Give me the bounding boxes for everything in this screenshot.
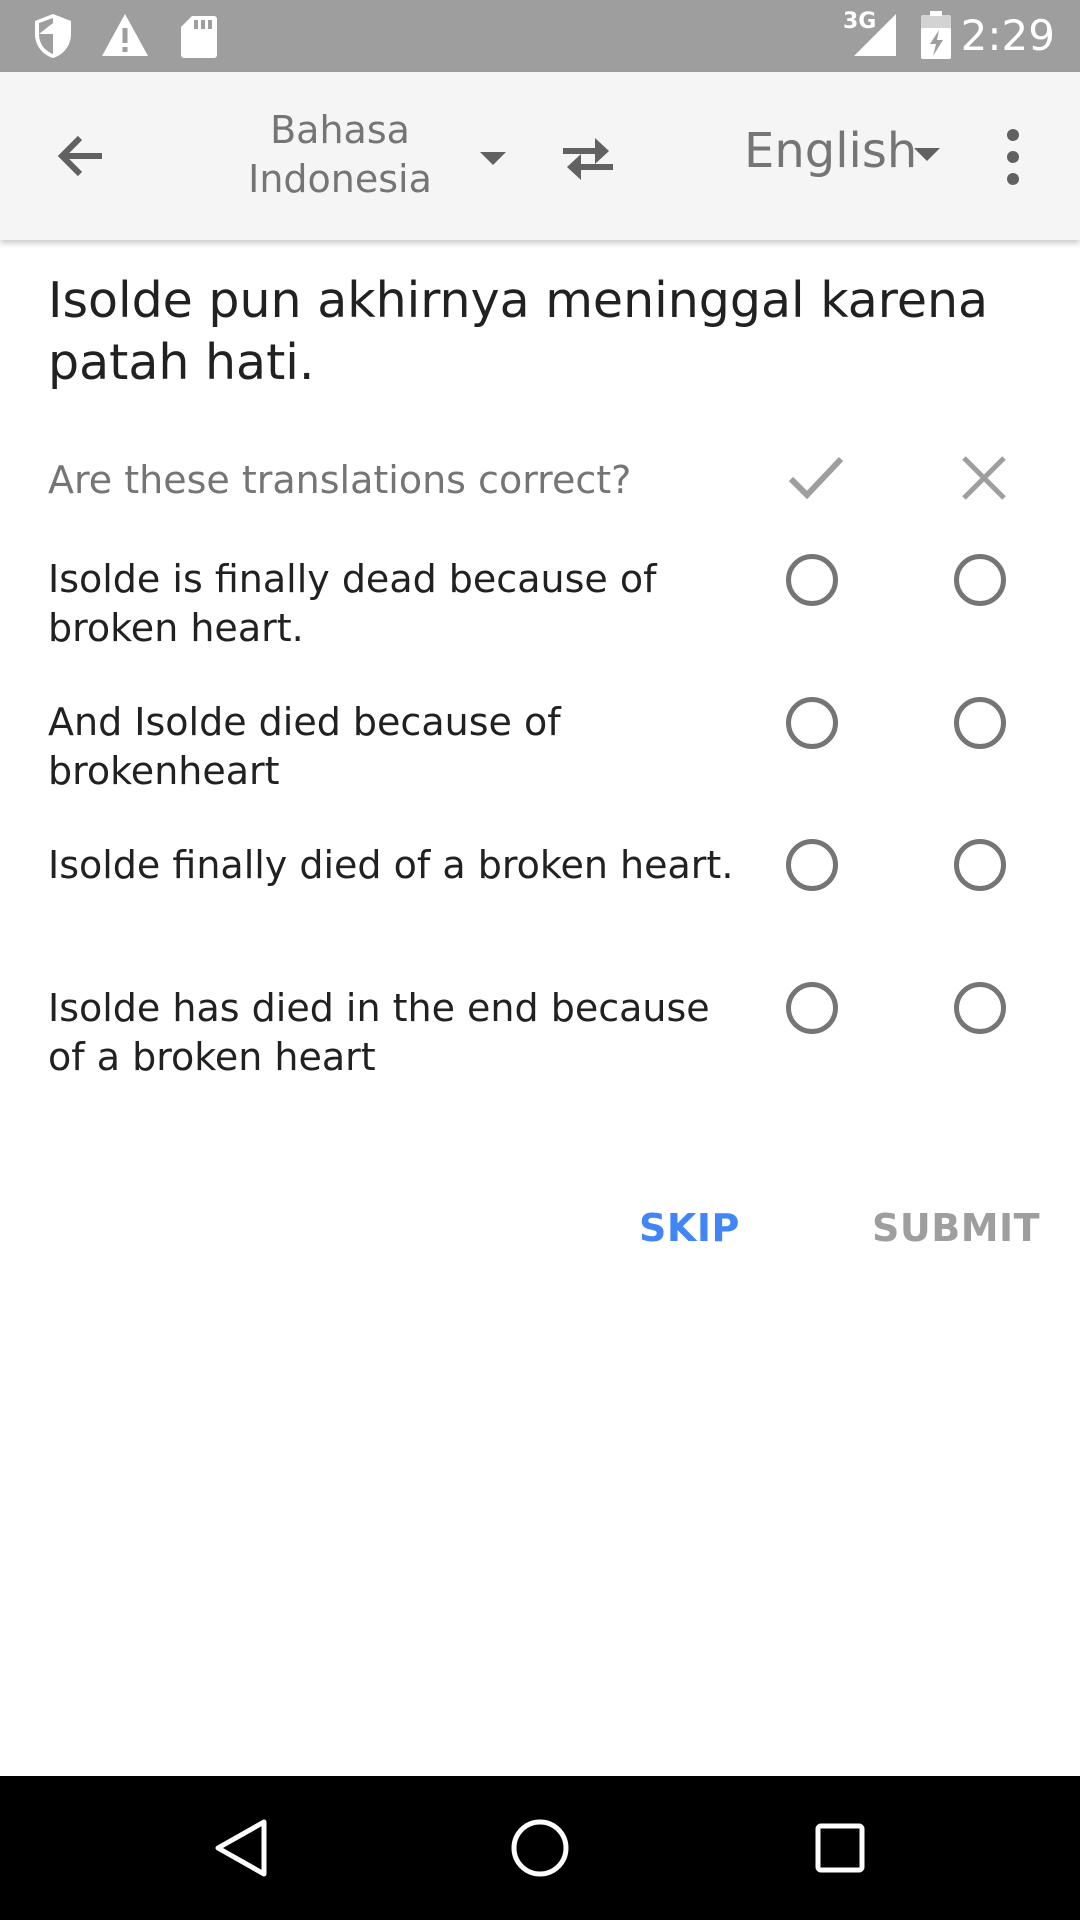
signal-icon <box>854 14 896 56</box>
target-language-label: English <box>744 123 918 179</box>
submit-button[interactable]: SUBMIT <box>872 1203 1040 1253</box>
navigation-bar <box>0 1776 1080 1920</box>
back-triangle-icon <box>215 1819 267 1877</box>
translate-toolbar: Bahasa Indonesia English <box>0 72 1080 240</box>
correct-radio[interactable] <box>786 697 838 749</box>
translation-text: And Isolde died because of brokenheart <box>48 700 561 793</box>
target-language-dropdown-icon <box>914 148 940 161</box>
battery-icon <box>921 11 951 59</box>
incorrect-radio[interactable] <box>954 697 1006 749</box>
correct-radio[interactable] <box>786 554 838 606</box>
swap-languages-button[interactable] <box>555 124 621 190</box>
translation-text: Isolde finally died of a broken heart. <box>48 843 734 887</box>
source-language-label: Bahasa Indonesia <box>248 108 432 201</box>
status-time: 2:29 <box>960 11 1055 60</box>
incorrect-radio[interactable] <box>954 839 1006 891</box>
nav-recents-button[interactable] <box>798 1806 882 1890</box>
recents-square-icon <box>815 1823 865 1873</box>
translation-text: Isolde is finally dead because of broken… <box>48 557 657 650</box>
back-button[interactable] <box>42 116 122 196</box>
home-circle-icon <box>511 1819 569 1877</box>
correct-radio[interactable] <box>786 839 838 891</box>
close-icon <box>962 456 1006 500</box>
source-language-dropdown-icon <box>480 152 506 165</box>
nav-back-button[interactable] <box>200 1806 284 1890</box>
swap-icon <box>563 138 613 180</box>
more-options-button[interactable] <box>990 124 1040 190</box>
skip-button[interactable]: SKIP <box>639 1203 740 1253</box>
status-bar: 3G 2:29 <box>0 0 1080 72</box>
nav-home-button[interactable] <box>498 1806 582 1890</box>
incorrect-radio[interactable] <box>954 982 1006 1034</box>
warning-icon <box>102 14 148 56</box>
arrow-back-icon <box>57 135 102 177</box>
shield-icon <box>35 14 71 58</box>
correct-radio[interactable] <box>786 982 838 1034</box>
question-label: Are these translations correct? <box>48 458 632 502</box>
target-language-selector[interactable]: English <box>744 92 944 222</box>
sd-card-icon <box>181 16 217 58</box>
check-icon <box>788 456 844 500</box>
translation-text: Isolde has died in the end because of a … <box>48 986 710 1079</box>
incorrect-radio[interactable] <box>954 554 1006 606</box>
more-vert-icon <box>1007 129 1019 185</box>
source-text: Isolde pun akhirnya meninggal karena pat… <box>48 272 989 391</box>
source-language-selector[interactable]: Bahasa Indonesia <box>215 92 515 222</box>
